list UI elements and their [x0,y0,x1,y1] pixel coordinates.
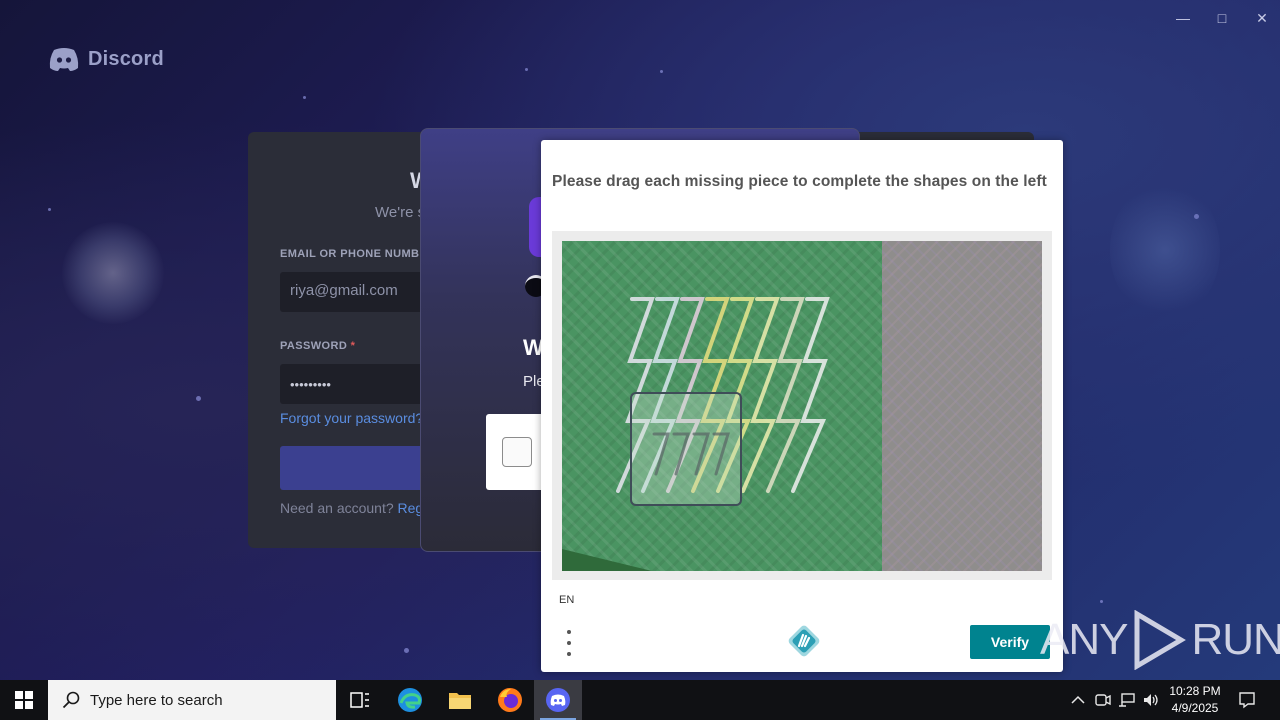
discord-icon [49,48,79,71]
more-vertical-icon[interactable] [564,630,574,656]
watermark-text-right: RUN [1191,615,1280,664]
edge-icon[interactable] [386,680,434,720]
required-marker: * [350,340,356,352]
captcha-challenge: Please drag each missing piece to comple… [541,140,1063,672]
discord-wordmark: Discord [88,47,164,70]
taskbar-clock[interactable]: 10:28 PM 4/9/2025 [1164,683,1226,717]
notifications-icon[interactable] [1238,680,1256,720]
search-icon [62,691,80,709]
hcaptcha-logo-icon [788,625,820,657]
close-icon[interactable]: ✕ [1242,6,1280,30]
captcha-checkbox-widget [486,414,546,490]
meet-now-icon[interactable] [1094,680,1112,720]
taskbar-search[interactable]: Type here to search [48,680,336,720]
maximize-icon[interactable]: □ [1202,6,1242,30]
anyrun-watermark: ANY RUN [1040,608,1280,672]
draggable-puzzle-piece[interactable] [630,392,742,506]
volume-icon[interactable] [1142,680,1160,720]
start-icon[interactable] [0,680,48,720]
verify-button[interactable]: Verify [970,625,1050,659]
taskbar: Type here to search 10:28 PM 4/9/2025 [0,680,1280,720]
captcha-canvas [552,231,1052,580]
email-label: EMAIL OR PHONE NUMBE [280,248,428,260]
minimize-icon[interactable]: — [1163,6,1203,30]
show-hidden-icons[interactable] [1070,680,1086,720]
forgot-password-link[interactable]: Forgot your password? [280,410,423,426]
clock-date: 4/9/2025 [1171,701,1219,715]
piece-tray [882,241,1042,571]
clock-time: 10:28 PM [1169,684,1221,698]
password-label-text: PASSWORD [280,340,348,352]
firefox-icon[interactable] [486,680,534,720]
password-label: PASSWORD * [280,340,355,352]
network-icon[interactable] [1117,680,1137,720]
search-placeholder: Type here to search [90,691,223,709]
language-selector[interactable]: EN [559,594,574,606]
need-account-text: Need an account? [280,500,394,516]
captcha-prompt: Please drag each missing piece to comple… [552,173,1047,190]
login-subtitle: We're s [375,204,426,221]
register-prompt: Need an account? Regis [280,500,433,516]
captcha-checkbox[interactable] [502,437,532,467]
watermark-text-left: ANY [1040,615,1128,664]
discord-logo: Discord [48,46,164,72]
discord-taskbar-icon[interactable] [534,680,582,720]
play-icon [1134,610,1187,670]
file-explorer-icon[interactable] [436,680,484,720]
image-shadow-wedge [562,549,652,571]
task-view-icon[interactable] [336,680,384,720]
